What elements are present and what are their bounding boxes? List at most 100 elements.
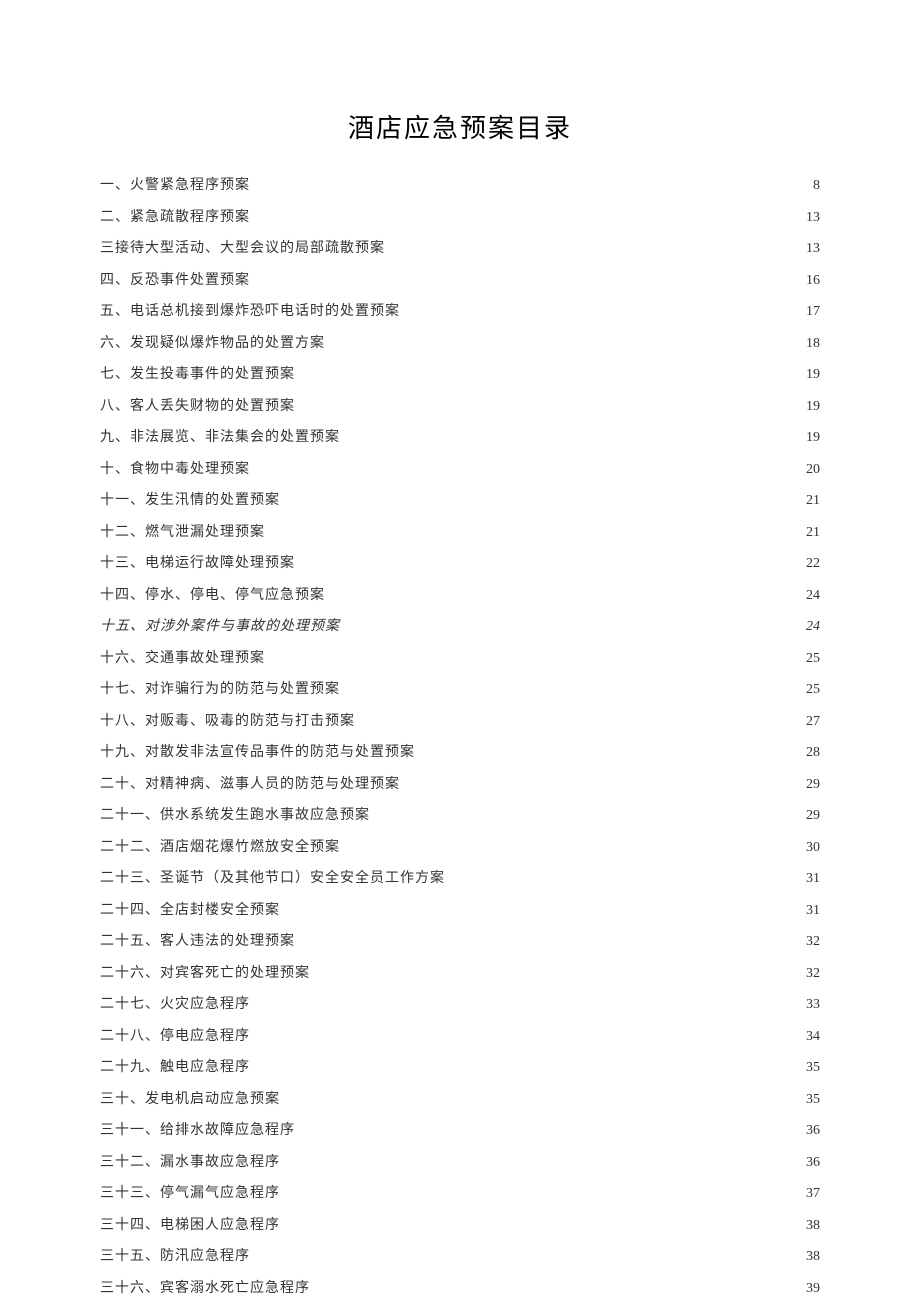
toc-item[interactable]: 十二、燃气泄漏处理预案21 bbox=[100, 522, 820, 543]
toc-item[interactable]: 十七、对诈骗行为的防范与处置预案 25 bbox=[100, 679, 820, 700]
toc-item-page: 37 bbox=[806, 1183, 820, 1204]
toc-item-page: 21 bbox=[806, 522, 820, 543]
toc-item-label: 四、反恐事件处置预案 bbox=[100, 270, 250, 291]
toc-item[interactable]: 二十三、圣诞节（及其他节口）安全安全员工作方案31 bbox=[100, 868, 820, 889]
toc-item-label: 三十六、宾客溺水死亡应急程序 bbox=[100, 1278, 310, 1299]
toc-item-page: 17 bbox=[806, 301, 820, 322]
toc-item[interactable]: 二十、对精神病、滋事人员的防范与处理预案 29 bbox=[100, 774, 820, 795]
toc-item-page: 35 bbox=[806, 1089, 820, 1110]
toc-item-label: 三十二、漏水事故应急程序 bbox=[100, 1152, 280, 1173]
toc-item[interactable]: 二十六、对宾客死亡的处理预案 32 bbox=[100, 963, 820, 984]
toc-item-label: 二十九、触电应急程序 bbox=[100, 1057, 250, 1078]
toc-item-page: 34 bbox=[806, 1026, 820, 1047]
toc-item[interactable]: 二十九、触电应急程序 35 bbox=[100, 1057, 820, 1078]
toc-item-label: 二十六、对宾客死亡的处理预案 bbox=[100, 963, 310, 984]
toc-item[interactable]: 九、非法展览、非法集会的处置预案 19 bbox=[100, 427, 820, 448]
toc-item[interactable]: 三十三、停气漏气应急程序 37 bbox=[100, 1183, 820, 1204]
toc-item-label: 二、紧急疏散程序预案 bbox=[100, 207, 250, 228]
toc-item[interactable]: 十一、发生汛情的处置预案 21 bbox=[100, 490, 820, 511]
toc-item-page: 19 bbox=[806, 364, 820, 385]
toc-item-label: 二十二、酒店烟花爆竹燃放安全预案 bbox=[100, 837, 340, 858]
toc-item-label: 六、发现疑似爆炸物品的处置方案 bbox=[100, 333, 325, 354]
toc-item-page: 36 bbox=[806, 1120, 820, 1141]
toc-item-page: 13 bbox=[806, 238, 820, 259]
toc-item-label: 一、火警紧急程序预案 bbox=[100, 175, 250, 196]
toc-item-page: 22 bbox=[806, 553, 820, 574]
toc-item[interactable]: 二十七、火灾应急程序33 bbox=[100, 994, 820, 1015]
toc-item-label: 十八、对贩毒、吸毒的防范与打击预案 bbox=[100, 711, 355, 732]
toc-item-label: 二十四、全店封楼安全预案 bbox=[100, 900, 280, 921]
toc-item-label: 三十四、电梯困人应急程序 bbox=[100, 1215, 280, 1236]
toc-item[interactable]: 二十五、客人违法的处理预案 32 bbox=[100, 931, 820, 952]
toc-item-label: 二十五、客人违法的处理预案 bbox=[100, 931, 295, 952]
toc-item-label: 七、发生投毒事件的处置预案 bbox=[100, 364, 295, 385]
toc-item-page: 38 bbox=[806, 1215, 820, 1236]
toc-item-label: 三十五、防汛应急程序 bbox=[100, 1246, 250, 1267]
toc-item-label: 十四、停水、停电、停气应急预案 bbox=[100, 585, 325, 606]
toc-item-label: 十三、电梯运行故障处理预案 bbox=[100, 553, 295, 574]
toc-item-label: 十一、发生汛情的处置预案 bbox=[100, 490, 280, 511]
toc-item[interactable]: 三十一、给排水故障应急程序 36 bbox=[100, 1120, 820, 1141]
toc-item-page: 25 bbox=[806, 648, 820, 669]
toc-item[interactable]: 十六、交通事故处理预案 25 bbox=[100, 648, 820, 669]
toc-item-label: 十七、对诈骗行为的防范与处置预案 bbox=[100, 679, 340, 700]
toc-item-page: 32 bbox=[806, 931, 820, 952]
toc-item[interactable]: 十八、对贩毒、吸毒的防范与打击预案 27 bbox=[100, 711, 820, 732]
toc-item[interactable]: 八、客人丢失财物的处置预案19 bbox=[100, 396, 820, 417]
toc-item[interactable]: 三十四、电梯困人应急程序 38 bbox=[100, 1215, 820, 1236]
toc-item-page: 19 bbox=[806, 427, 820, 448]
toc-item[interactable]: 七、发生投毒事件的处置预案 19 bbox=[100, 364, 820, 385]
toc-item-page: 8 bbox=[813, 175, 820, 196]
toc-item-page: 29 bbox=[806, 774, 820, 795]
toc-item-page: 24 bbox=[806, 585, 820, 606]
toc-item[interactable]: 三接待大型活动、大型会议的局部疏散预案 13 bbox=[100, 238, 820, 259]
toc-item-label: 十九、对散发非法宣传品事件的防范与处置预案 bbox=[100, 742, 415, 763]
toc-item-page: 13 bbox=[806, 207, 820, 228]
page-title: 酒店应急预案目录 bbox=[100, 108, 820, 145]
toc-item-page: 16 bbox=[806, 270, 820, 291]
toc-item-label: 九、非法展览、非法集会的处置预案 bbox=[100, 427, 340, 448]
toc-item-page: 29 bbox=[806, 805, 820, 826]
toc-item-label: 十六、交通事故处理预案 bbox=[100, 648, 265, 669]
toc-item[interactable]: 三十六、宾客溺水死亡应急程序39 bbox=[100, 1278, 820, 1299]
toc-item[interactable]: 十四、停水、停电、停气应急预案 24 bbox=[100, 585, 820, 606]
toc-item[interactable]: 二十二、酒店烟花爆竹燃放安全预案 30 bbox=[100, 837, 820, 858]
toc-item-page: 19 bbox=[806, 396, 820, 417]
toc-item[interactable]: 十三、电梯运行故障处理预案 22 bbox=[100, 553, 820, 574]
toc-item-label: 二十、对精神病、滋事人员的防范与处理预案 bbox=[100, 774, 400, 795]
toc-item-label: 三十一、给排水故障应急程序 bbox=[100, 1120, 295, 1141]
toc-item[interactable]: 六、发现疑似爆炸物品的处置方案 18 bbox=[100, 333, 820, 354]
toc-item-page: 21 bbox=[806, 490, 820, 511]
toc-item-page: 25 bbox=[806, 679, 820, 700]
toc-item-page: 24 bbox=[806, 616, 820, 637]
toc-item-page: 20 bbox=[806, 459, 820, 480]
toc-item-page: 31 bbox=[806, 868, 820, 889]
toc-item[interactable]: 三十五、防汛应急程序 38 bbox=[100, 1246, 820, 1267]
toc-item[interactable]: 一、火警紧急程序预案 8 bbox=[100, 175, 820, 196]
toc-item[interactable]: 三十、发电机启动应急预案 35 bbox=[100, 1089, 820, 1110]
toc-item-page: 32 bbox=[806, 963, 820, 984]
toc-item-page: 35 bbox=[806, 1057, 820, 1078]
toc-list: 一、火警紧急程序预案8二、紧急疏散程序预案13三接待大型活动、大型会议的局部疏散… bbox=[100, 175, 820, 1299]
toc-item-label: 十、食物中毒处理预案 bbox=[100, 459, 250, 480]
toc-item[interactable]: 十、食物中毒处理预案 20 bbox=[100, 459, 820, 480]
toc-item-page: 38 bbox=[806, 1246, 820, 1267]
toc-item-page: 18 bbox=[806, 333, 820, 354]
toc-item[interactable]: 五、电话总机接到爆炸恐吓电话时的处置预案17 bbox=[100, 301, 820, 322]
toc-item-page: 28 bbox=[806, 742, 820, 763]
toc-item[interactable]: 二十八、停电应急程序 34 bbox=[100, 1026, 820, 1047]
toc-item[interactable]: 三十二、漏水事故应急程序36 bbox=[100, 1152, 820, 1173]
toc-item[interactable]: 二十四、全店封楼安全预案 31 bbox=[100, 900, 820, 921]
toc-item-page: 27 bbox=[806, 711, 820, 732]
toc-item-page: 30 bbox=[806, 837, 820, 858]
toc-item[interactable]: 十九、对散发非法宣传品事件的防范与处置预案 28 bbox=[100, 742, 820, 763]
toc-item-label: 三十三、停气漏气应急程序 bbox=[100, 1183, 280, 1204]
toc-item[interactable]: 二十一、供水系统发生跑水事故应急预案29 bbox=[100, 805, 820, 826]
toc-item-label: 三十、发电机启动应急预案 bbox=[100, 1089, 280, 1110]
toc-item-label: 三接待大型活动、大型会议的局部疏散预案 bbox=[100, 238, 385, 259]
toc-item[interactable]: 四、反恐事件处置预案 16 bbox=[100, 270, 820, 291]
toc-item[interactable]: 二、紧急疏散程序预案 13 bbox=[100, 207, 820, 228]
toc-item[interactable]: 十五、对涉外案件与事故的处理预案24 bbox=[100, 616, 820, 637]
toc-item-page: 31 bbox=[806, 900, 820, 921]
toc-item-label: 二十八、停电应急程序 bbox=[100, 1026, 250, 1047]
